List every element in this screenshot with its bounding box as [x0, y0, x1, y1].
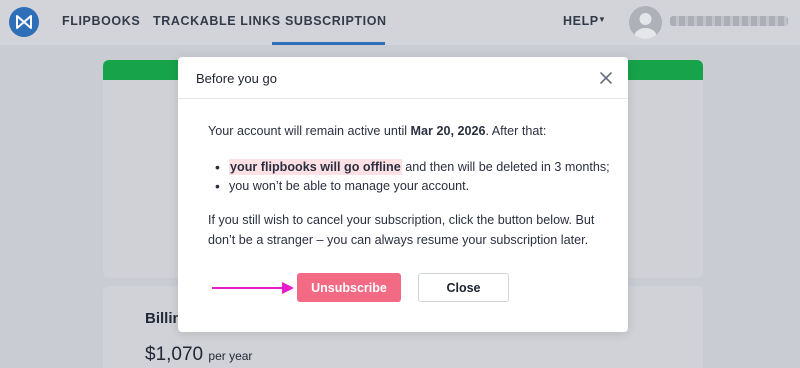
- price-value: $1,070 per year: [145, 344, 252, 366]
- unsubscribe-button[interactable]: Unsubscribe: [297, 273, 401, 302]
- user-avatar-icon[interactable]: [629, 6, 662, 39]
- caret-down-icon[interactable]: ▼: [598, 15, 606, 24]
- bullet1-rest: and then will be deleted in 3 months;: [401, 160, 610, 174]
- price-unit: per year: [208, 349, 253, 363]
- active-suffix: . After that:: [485, 124, 547, 138]
- nav-item-subscription[interactable]: SUBSCRIPTION: [285, 14, 387, 28]
- list-item: you won’t be able to manage your account…: [215, 177, 610, 196]
- offline-highlight: your flipbooks will go offline: [229, 159, 402, 175]
- dialog-title: Before you go: [196, 71, 277, 86]
- active-prefix: Your account will remain active until: [208, 124, 411, 138]
- billing-heading: Billin: [145, 310, 182, 327]
- cancel-info-line2: don’t be a stranger – you can always res…: [208, 233, 589, 247]
- active-date: Mar 20, 2026: [410, 124, 486, 138]
- help-menu[interactable]: HELP: [563, 14, 599, 28]
- cancel-info-text: If you still wish to cancel your subscri…: [208, 210, 608, 250]
- nav-item-trackable-links[interactable]: TRACKABLE LINKS: [153, 14, 281, 28]
- dialog-divider: [178, 98, 628, 99]
- nav-item-flipbooks[interactable]: FLIPBOOKS: [62, 14, 140, 28]
- active-until-text: Your account will remain active until Ma…: [208, 121, 546, 141]
- arrow-right-icon: [212, 282, 294, 294]
- cancel-info-line1: If you still wish to cancel your subscri…: [208, 213, 595, 227]
- close-icon[interactable]: [598, 70, 614, 86]
- consequences-list: your flipbooks will go offline and then …: [215, 158, 610, 196]
- price-amount: $1,070: [145, 344, 204, 365]
- nav-active-indicator: [272, 42, 385, 45]
- list-item: your flipbooks will go offline and then …: [215, 158, 610, 177]
- flipbook-logo-icon[interactable]: [9, 7, 39, 37]
- top-nav-bar: FLIPBOOKS TRACKABLE LINKS SUBSCRIPTION H…: [0, 0, 800, 45]
- close-button[interactable]: Close: [418, 273, 509, 302]
- user-name-blurred[interactable]: [670, 16, 788, 26]
